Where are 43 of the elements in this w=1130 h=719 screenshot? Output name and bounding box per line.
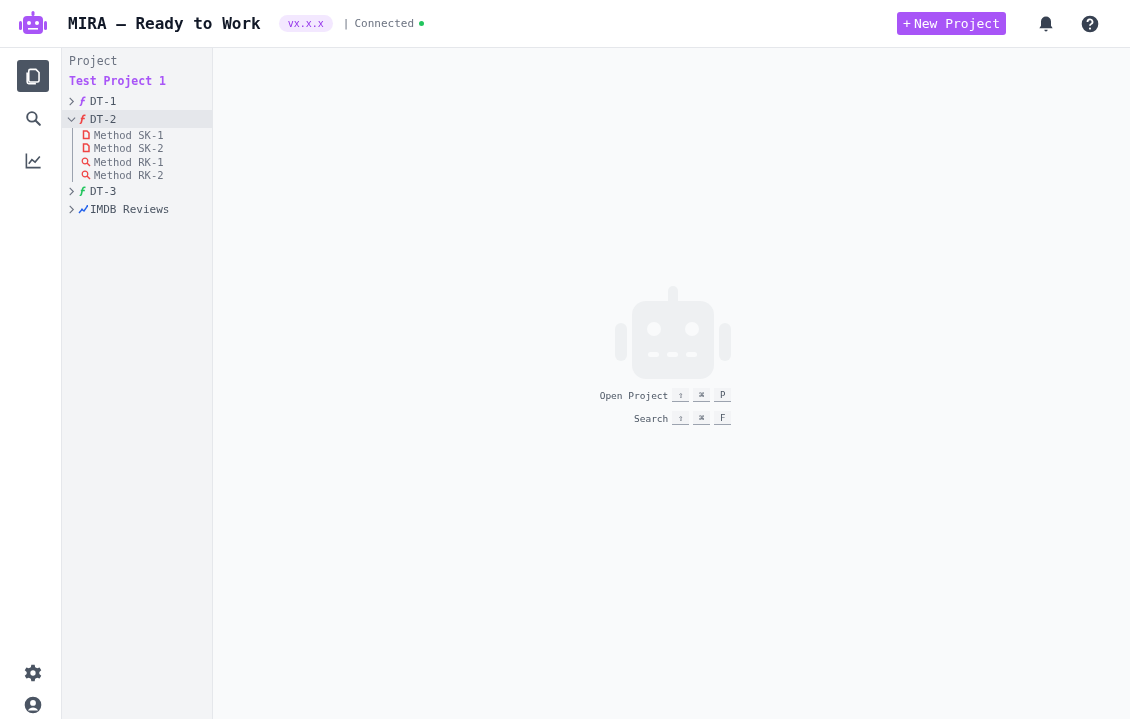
search-icon xyxy=(81,156,91,167)
document-icon xyxy=(81,129,91,140)
files-tab[interactable] xyxy=(17,60,49,92)
keyboard-key: ⇧ xyxy=(672,411,690,425)
tree-item[interactable]: IMDB Reviews xyxy=(62,200,212,218)
shortcut-label: Open Project xyxy=(599,389,669,401)
tree-item[interactable]: Method RK-2 xyxy=(81,168,212,182)
section-heading: Project xyxy=(68,54,119,68)
document-icon xyxy=(81,143,91,154)
app-title: MIRA – Ready to Work xyxy=(68,14,261,33)
tree-item[interactable]: DT-3 xyxy=(62,182,212,200)
tree-item[interactable]: Method SK-2 xyxy=(81,141,212,155)
project-name[interactable]: Test Project 1 xyxy=(62,74,212,88)
function-icon xyxy=(78,96,88,106)
keyboard-key: ⌘ xyxy=(693,388,711,402)
chevron-icon[interactable] xyxy=(67,204,76,214)
keyboard-key: ⇧ xyxy=(672,388,690,402)
version-badge: vx.x.x xyxy=(278,15,333,32)
function-icon xyxy=(78,186,88,196)
function-icon xyxy=(78,114,88,124)
connection-status: Connected xyxy=(354,17,414,30)
settings-icon[interactable] xyxy=(23,663,43,683)
chevron-icon[interactable] xyxy=(67,186,76,196)
robot-logo-icon xyxy=(18,10,48,37)
files-icon xyxy=(23,66,43,86)
keyboard-key: ⌘ xyxy=(693,411,711,425)
user-icon[interactable] xyxy=(23,695,43,715)
line-chart-icon xyxy=(78,204,88,214)
help-icon[interactable] xyxy=(1080,13,1100,34)
separator-text: | xyxy=(342,17,350,30)
search-icon xyxy=(81,170,91,181)
chevron-icon[interactable] xyxy=(67,114,76,124)
tree-item[interactable]: DT-1 xyxy=(62,92,212,110)
tree-item[interactable]: Method SK-1 xyxy=(81,128,212,142)
chart-icon xyxy=(23,150,43,170)
tree-item[interactable]: DT-2 xyxy=(62,110,212,128)
new-project-button[interactable]: + New Project xyxy=(897,12,1006,35)
chevron-icon[interactable] xyxy=(67,96,76,106)
shortcut-label: Search xyxy=(634,412,669,424)
search-icon xyxy=(23,108,43,128)
keyboard-key: F xyxy=(714,411,732,425)
tree-item[interactable]: Method RK-1 xyxy=(81,155,212,169)
keyboard-key: P xyxy=(714,388,732,402)
